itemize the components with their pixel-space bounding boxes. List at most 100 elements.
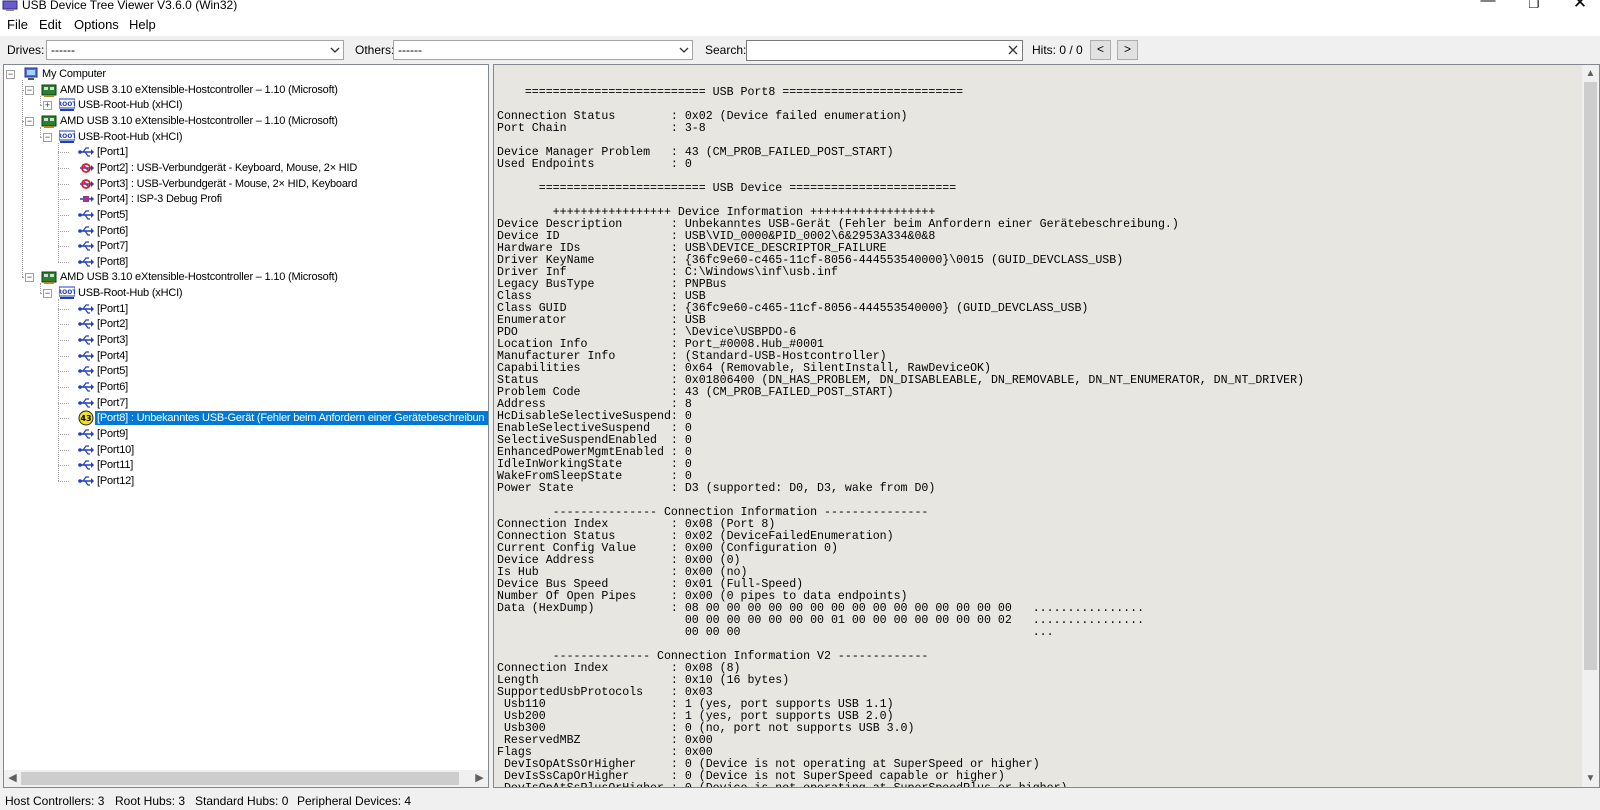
usb-port-icon [78,226,94,236]
tree-item[interactable]: − AMD USB 3.10 eXtensible-Hostcontroller … [4,82,488,98]
clear-search-icon[interactable] [1007,44,1019,56]
tree-item-label: [Port1] [97,146,129,158]
status-bar: Host Controllers: 3 Root Hubs: 3 Standar… [0,790,1600,810]
toolbar: Drives: ------ Others: ------ Search: Hi… [0,36,1600,64]
status-root-hubs: Root Hubs: 3 [115,794,186,808]
detail-pane[interactable]: ========================== USB Port8 ===… [493,64,1600,788]
tree-horizontal-scrollbar[interactable]: ◀ ▶ [4,770,488,787]
minimize-button[interactable]: — [1465,0,1511,12]
tree-item[interactable]: [Port8] [4,254,488,270]
tree-item-label: [Port6] [97,381,129,393]
detail-line: ======================== USB Device ====… [497,182,957,195]
drives-combobox[interactable]: ------ [46,40,344,60]
tree-item-label: [Port6] [97,225,129,237]
root-hub-icon: ROOT [59,98,75,111]
tree-item[interactable]: [Port5] [4,363,488,379]
usb-port-icon [78,210,94,220]
usb-port-icon [78,398,94,408]
tree-item-label: [Port3] : USB-Verbundgerät - Mouse, 2× H… [97,178,358,190]
search-input[interactable] [749,42,999,59]
drives-value: ------ [51,43,75,57]
tree-item[interactable]: [Port9] [4,426,488,442]
tree-item[interactable]: [Port7] [4,238,488,254]
usb-device-icon [80,196,94,202]
tree-item-label: USB-Root-Hub (xHCI) [78,99,183,111]
usb-port-icon [78,476,94,486]
svg-text:ROOT: ROOT [59,101,75,108]
tree-item[interactable]: [Port6] [4,223,488,239]
others-combobox[interactable]: ------ [393,40,693,60]
tree-item-label: [Port8] : Unbekanntes USB-Gerät (Fehler … [95,411,488,425]
root-hub-icon: ROOT [59,286,75,299]
expand-icon[interactable]: + [43,101,52,110]
tree-item-label: [Port9] [97,428,129,440]
tree-item[interactable]: − My Computer [4,66,488,82]
chevron-down-icon [679,47,689,53]
device-details-text: ========================== USB Port8 ===… [497,75,1579,788]
close-button[interactable]: ✕ [1557,0,1600,14]
tree-item[interactable]: 43 [Port8] : Unbekanntes USB-Gerät (Fehle… [4,410,488,426]
previous-hit-button[interactable]: < [1090,40,1111,60]
detail-scroll-thumb[interactable] [1584,82,1597,670]
tree-item[interactable]: [Port7] [4,395,488,411]
tree-item[interactable]: [Port5] [4,207,488,223]
maximize-button[interactable]: ❐ [1511,0,1557,15]
error-43-icon: 43 [78,410,94,426]
tree-item[interactable]: [Port10] [4,442,488,458]
tree-item[interactable]: + ROOTUSB-Root-Hub (xHCI) [4,97,488,113]
tree-item[interactable]: [Port6] [4,379,488,395]
tree-scroll-thumb[interactable] [21,772,459,785]
collapse-icon[interactable]: − [43,133,52,142]
collapse-icon[interactable]: − [25,86,34,95]
detail-line: ========================== USB Port8 ===… [497,86,964,99]
tree-item[interactable]: [Port1] [4,301,488,317]
device-tree[interactable]: − My Computer − AMD USB 3.10 eXtensible-Hos… [3,64,489,788]
host-controller-icon [41,84,57,97]
title-bar[interactable]: USB Device Tree Viewer V3.6.0 (Win32) — … [0,0,1600,14]
tree-item[interactable]: [Port12] [4,473,488,489]
tree-item[interactable]: [Port2] : USB-Verbundgerät - Keyboard, M… [4,160,488,176]
scroll-left-arrow-icon[interactable]: ◀ [4,772,21,785]
tree-item[interactable]: − AMD USB 3.10 eXtensible-Hostcontroller … [4,269,488,285]
others-label: Others: [355,43,395,57]
tree-item[interactable]: [Port4] [4,348,488,364]
tree-item-label: [Port5] [97,365,129,377]
detail-vertical-scrollbar[interactable]: ▲ ▼ [1582,65,1599,787]
menu-edit[interactable]: Edit [39,18,61,32]
tree-item-label: [Port2] : USB-Verbundgerät - Keyboard, M… [97,162,358,174]
menu-help[interactable]: Help [129,18,156,32]
collapse-icon[interactable]: − [25,273,34,282]
tree-item-label: USB-Root-Hub (xHCI) [78,287,183,299]
drives-label: Drives: [7,43,45,57]
usb-port-icon [78,429,94,439]
usb-port-icon [78,257,94,267]
svg-text:43: 43 [80,414,91,423]
tree-item[interactable]: [Port4] : ISP-3 Debug Profi [4,191,488,207]
tree-item-label: [Port2] [97,318,129,330]
tree-item[interactable]: [Port2] [4,316,488,332]
tree-item[interactable]: −ROOTUSB-Root-Hub (xHCI) [4,129,488,145]
next-hit-button[interactable]: > [1117,40,1138,60]
collapse-icon[interactable]: − [6,70,15,79]
usb-port-icon [78,382,94,392]
usb-port-icon [78,351,94,361]
scroll-down-arrow-icon[interactable]: ▼ [1582,770,1599,787]
tree-item[interactable]: [Port1] [4,144,488,160]
tree-item[interactable]: − AMD USB 3.10 eXtensible-Hostcontroller … [4,113,488,129]
tree-item[interactable]: [Port3] : USB-Verbundgerät - Mouse, 2× H… [4,176,488,192]
search-box[interactable] [746,40,1023,61]
collapse-icon[interactable]: − [43,289,52,298]
host-controller-icon [41,115,57,128]
tree-item-label: USB-Root-Hub (xHCI) [78,131,183,143]
tree-item[interactable]: −ROOTUSB-Root-Hub (xHCI) [4,285,488,301]
collapse-icon[interactable]: − [25,117,34,126]
host-controller-icon [41,271,57,284]
scroll-right-arrow-icon[interactable]: ▶ [471,772,488,785]
usb-composite-device-icon [80,179,94,189]
tree-item[interactable]: [Port11] [4,457,488,473]
scroll-up-arrow-icon[interactable]: ▲ [1582,65,1599,82]
tree-item[interactable]: [Port3] [4,332,488,348]
menu-options[interactable]: Options [74,18,119,32]
tree-item-label: [Port8] [97,256,129,268]
menu-file[interactable]: File [7,18,28,32]
